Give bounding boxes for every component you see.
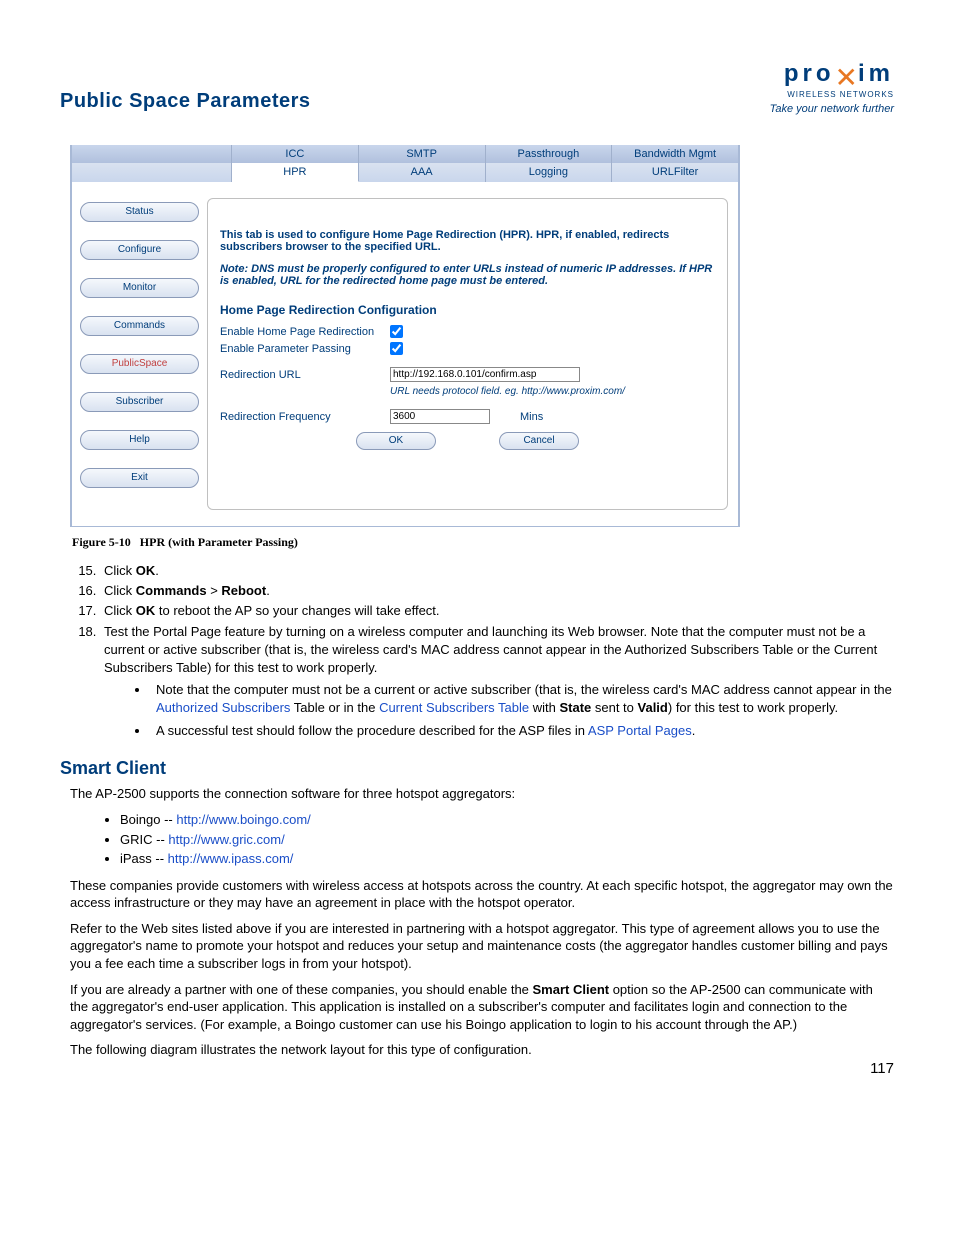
step-18-sub-a: Note that the computer must not be a cur… xyxy=(150,681,894,717)
sidebar-item-status[interactable]: Status xyxy=(80,202,199,222)
sidebar-item-publicspace[interactable]: PublicSpace xyxy=(80,354,199,374)
link-current-subscribers[interactable]: Current Subscribers Table xyxy=(379,700,529,715)
smart-client-p3: Refer to the Web sites listed above if y… xyxy=(70,920,894,973)
url-hint: URL needs protocol field. eg. http://www… xyxy=(390,386,715,397)
smart-client-p2: These companies provide customers with w… xyxy=(70,877,894,912)
logo-text-1: pro xyxy=(784,60,835,87)
step-15: Click OK. xyxy=(100,562,894,580)
tab-hpr[interactable]: HPR xyxy=(232,163,359,182)
sidebar: Status Configure Monitor Commands Public… xyxy=(72,182,207,526)
smart-client-heading: Smart Client xyxy=(60,758,894,779)
logo-tagline: Take your network further xyxy=(727,103,894,115)
redir-url-input[interactable] xyxy=(390,367,580,382)
list-item: iPass -- http://www.ipass.com/ xyxy=(120,849,894,869)
logo-subtext: WIRELESS NETWORKS xyxy=(787,90,894,99)
smart-client-p5: The following diagram illustrates the ne… xyxy=(70,1041,894,1059)
page-number: 117 xyxy=(870,1060,894,1077)
panel-intro: This tab is used to configure Home Page … xyxy=(220,229,669,253)
smart-client-p4: If you are already a partner with one of… xyxy=(70,981,894,1034)
step-18: Test the Portal Page feature by turning … xyxy=(100,623,894,740)
redir-freq-input[interactable] xyxy=(390,409,490,424)
enable-pp-checkbox[interactable] xyxy=(390,342,403,355)
tab-spacer xyxy=(72,145,232,163)
link-asp-portal[interactable]: ASP Portal Pages xyxy=(588,723,692,738)
enable-hpr-checkbox[interactable] xyxy=(390,325,403,338)
ok-button[interactable]: OK xyxy=(356,432,436,450)
tab-smtp[interactable]: SMTP xyxy=(359,145,486,163)
smart-client-p1: The AP-2500 supports the connection soft… xyxy=(70,785,894,803)
link-authorized-subscribers[interactable]: Authorized Subscribers xyxy=(156,700,290,715)
list-item: Boingo -- http://www.boingo.com/ xyxy=(120,810,894,830)
link-ipass[interactable]: http://www.ipass.com/ xyxy=(168,851,294,866)
sidebar-item-configure[interactable]: Configure xyxy=(80,240,199,260)
tab-aaa[interactable]: AAA xyxy=(359,163,486,182)
aggregator-list: Boingo -- http://www.boingo.com/ GRIC --… xyxy=(120,810,894,869)
panel-note: Note: DNS must be properly configured to… xyxy=(220,263,715,287)
sidebar-item-commands[interactable]: Commands xyxy=(80,316,199,336)
step-18-sub-b: A successful test should follow the proc… xyxy=(150,722,894,740)
link-gric[interactable]: http://www.gric.com/ xyxy=(168,832,284,847)
page-title: Public Space Parameters xyxy=(60,60,311,113)
step-16: Click Commands > Reboot. xyxy=(100,582,894,600)
redir-freq-label: Redirection Frequency xyxy=(220,411,390,423)
sidebar-item-subscriber[interactable]: Subscriber xyxy=(80,392,199,412)
enable-hpr-label: Enable Home Page Redirection xyxy=(220,326,390,338)
instruction-steps: Click OK. Click Commands > Reboot. Click… xyxy=(100,562,894,740)
logo: pro✕im WIRELESS NETWORKS Take your netwo… xyxy=(727,60,894,115)
cancel-button[interactable]: Cancel xyxy=(499,432,579,450)
tab-urlfilter[interactable]: URLFilter xyxy=(612,163,738,182)
tab-passthrough[interactable]: Passthrough xyxy=(486,145,613,163)
list-item: GRIC -- http://www.gric.com/ xyxy=(120,830,894,850)
panel-heading: Home Page Redirection Configuration xyxy=(220,303,715,317)
sidebar-item-help[interactable]: Help xyxy=(80,430,199,450)
tab-icc[interactable]: ICC xyxy=(232,145,359,163)
tab-logging[interactable]: Logging xyxy=(486,163,613,182)
hpr-config-screenshot: ICC SMTP Passthrough Bandwidth Mgmt HPR … xyxy=(70,145,740,527)
link-boingo[interactable]: http://www.boingo.com/ xyxy=(176,812,310,827)
sidebar-item-exit[interactable]: Exit xyxy=(80,468,199,488)
redir-url-label: Redirection URL xyxy=(220,369,390,381)
enable-pp-label: Enable Parameter Passing xyxy=(220,343,390,355)
figure-caption: Figure 5-10 HPR (with Parameter Passing) xyxy=(72,535,894,550)
hpr-panel: This tab is used to configure Home Page … xyxy=(207,198,728,510)
step-17: Click OK to reboot the AP so your change… xyxy=(100,602,894,620)
redir-freq-unit: Mins xyxy=(520,411,543,423)
tab-spacer xyxy=(72,163,232,182)
tab-bandwidth[interactable]: Bandwidth Mgmt xyxy=(612,145,738,163)
logo-x-icon: ✕ xyxy=(835,62,858,93)
logo-text-2: im xyxy=(858,60,894,87)
sidebar-item-monitor[interactable]: Monitor xyxy=(80,278,199,298)
